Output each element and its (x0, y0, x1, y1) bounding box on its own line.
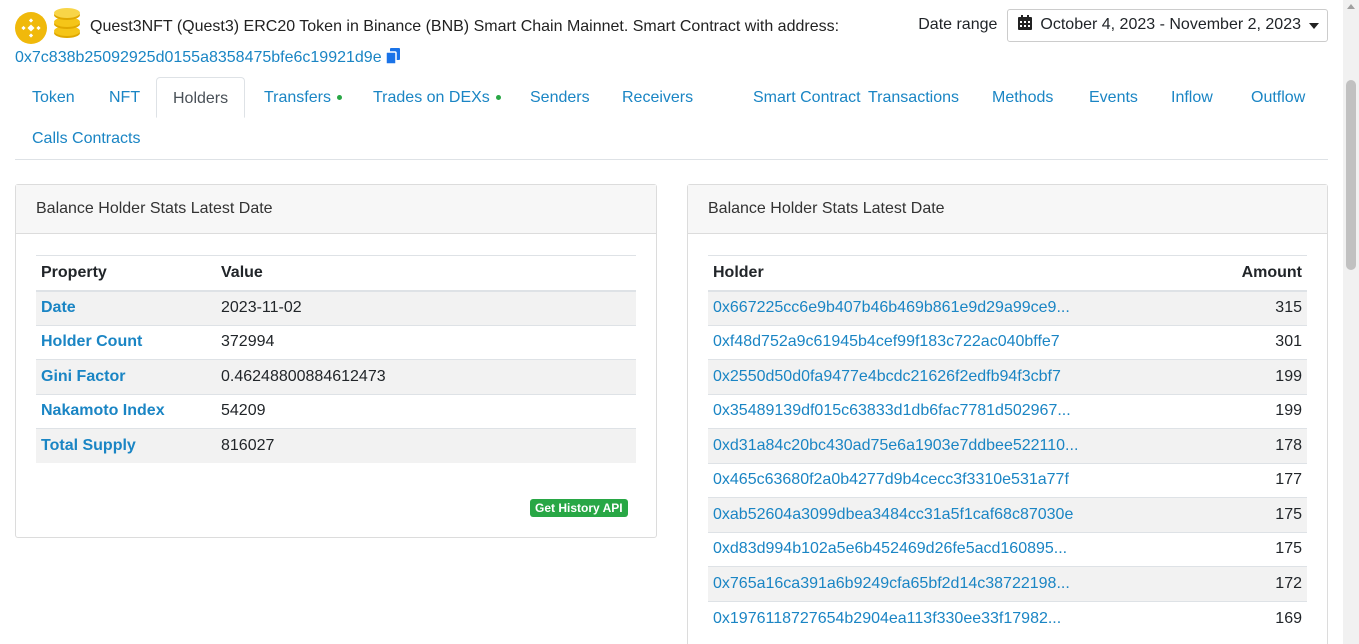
tab-senders[interactable]: Senders (530, 77, 590, 118)
property-value: 54209 (216, 393, 636, 429)
tab-holders[interactable]: Holders (156, 77, 246, 118)
tab-events[interactable]: Events (1089, 77, 1138, 118)
copy-icon[interactable] (384, 48, 400, 69)
table-row: Nakamoto Index 54209 (36, 393, 636, 429)
scroll-up-arrow-icon[interactable] (1347, 4, 1355, 9)
date-range-value: October 4, 2023 - November 2, 2023 (1040, 16, 1301, 33)
holder-address-link[interactable]: 0xd83d994b102a5e6b452469d26fe5acd160895.… (713, 540, 1067, 557)
holder-amount: 315 (1212, 290, 1307, 325)
holder-address-link[interactable]: 0x35489139df015c63833d1db6fac7781d502967… (713, 402, 1071, 419)
holder-amount: 199 (1212, 393, 1307, 429)
column-header-amount: Amount (1212, 255, 1307, 292)
tab-token[interactable]: Token (32, 77, 75, 118)
page-header: Quest3NFT (Quest3) ERC20 Token in Binanc… (15, 6, 1328, 68)
contract-address-line: 0x7c838b25092925d0155a8358475bfe6c19921d… (15, 48, 400, 69)
tab-trades-label: Trades on DEXs (373, 89, 490, 106)
table-row: 0xab52604a3099dbea3484cc31a5f1caf68c8703… (708, 497, 1307, 532)
date-range-label: Date range (918, 16, 998, 33)
status-dot-icon (336, 95, 342, 101)
column-header-property: Property (36, 255, 216, 292)
token-title: Quest3NFT (Quest3) ERC20 Token in Binanc… (90, 18, 840, 35)
holder-address-link[interactable]: 0xf48d752a9c61945b4cef99f183c722ac040bff… (713, 333, 1060, 350)
column-header-value: Value (216, 255, 636, 292)
holder-address-link[interactable]: 0x667225cc6e9b407b46b469b861e9d29a99ce9.… (713, 299, 1070, 316)
property-link[interactable]: Nakamoto Index (41, 402, 165, 419)
date-range: Date range October 4, 2023 - November 2,… (918, 6, 1328, 44)
card-title: Balance Holder Stats Latest Date (688, 185, 1327, 234)
table-row: Holder Count 372994 (36, 324, 636, 360)
table-row: Date 2023-11-02 (36, 290, 636, 325)
coins-logo-icon (51, 6, 83, 38)
page-scrollbar[interactable] (1343, 0, 1359, 644)
holder-stats-card: Balance Holder Stats Latest Date Propert… (15, 184, 657, 538)
table-row: 0x1976118727654b2904ea113f330ee33f17982.… (708, 600, 1307, 636)
top-holders-card: Balance Holder Stats Latest Date Holder … (687, 184, 1328, 644)
holder-address-link[interactable]: 0x765a16ca391a6b9249cfa65bf2d14c38722198… (713, 575, 1070, 592)
tab-smart-contract[interactable]: Smart Contract (753, 77, 861, 118)
tab-transfers[interactable]: Transfers (264, 77, 342, 118)
holder-amount: 178 (1212, 428, 1307, 463)
holder-address-link[interactable]: 0x465c63680f2a0b4277d9b4cecc3f3310e531a7… (713, 471, 1069, 488)
table-row: Total Supply 816027 (36, 428, 636, 463)
token-logos (15, 6, 85, 44)
table-row: 0x2550d50d0fa9477e4bcdc21626f2edfb94f3cb… (708, 359, 1307, 394)
tab-nft[interactable]: NFT (109, 77, 140, 118)
property-value: 372994 (216, 324, 636, 360)
stats-table: Property Value Date 2023-11-02 Holder Co… (36, 255, 636, 463)
get-history-api-button[interactable]: Get History API (530, 499, 628, 517)
tab-transfers-label: Transfers (264, 89, 331, 106)
holder-address-link[interactable]: 0x1976118727654b2904ea113f330ee33f17982.… (713, 610, 1061, 627)
property-link[interactable]: Gini Factor (41, 368, 125, 385)
holder-amount: 172 (1212, 566, 1307, 601)
tab-methods[interactable]: Methods (992, 77, 1053, 118)
table-row: 0xd83d994b102a5e6b452469d26fe5acd160895.… (708, 531, 1307, 567)
contract-address-link[interactable]: 0x7c838b25092925d0155a8358475bfe6c19921d… (15, 49, 382, 66)
tab-transactions[interactable]: Transactions (868, 77, 959, 118)
holders-table: Holder Amount 0x667225cc6e9b407b46b469b8… (708, 255, 1307, 636)
holder-amount: 199 (1212, 359, 1307, 394)
bnb-logo-icon (15, 12, 47, 44)
holder-amount: 175 (1212, 497, 1307, 532)
nav-tabs: Token NFT Holders Transfers Trades on DE… (15, 77, 1328, 160)
holder-amount: 169 (1212, 600, 1307, 636)
table-row: 0x765a16ca391a6b9249cfa65bf2d14c38722198… (708, 566, 1307, 601)
tab-inflow[interactable]: Inflow (1171, 77, 1213, 118)
caret-down-icon (1309, 16, 1319, 34)
status-dot-icon (495, 95, 501, 101)
property-value: 816027 (216, 428, 636, 463)
tab-calls-contracts[interactable]: Calls Contracts (32, 118, 140, 159)
table-row: Gini Factor 0.46248800884612473 (36, 359, 636, 394)
holder-amount: 177 (1212, 462, 1307, 498)
tab-trades-on-dexs[interactable]: Trades on DEXs (373, 77, 501, 118)
column-header-holder: Holder (708, 255, 1213, 292)
property-value: 0.46248800884612473 (216, 359, 636, 394)
card-title: Balance Holder Stats Latest Date (16, 185, 656, 234)
holder-address-link[interactable]: 0xab52604a3099dbea3484cc31a5f1caf68c8703… (713, 506, 1073, 523)
table-row: 0xd31a84c20bc430ad75e6a1903e7ddbee522110… (708, 428, 1307, 463)
property-link[interactable]: Holder Count (41, 333, 142, 350)
date-range-picker[interactable]: October 4, 2023 - November 2, 2023 (1007, 8, 1328, 42)
table-row: 0xf48d752a9c61945b4cef99f183c722ac040bff… (708, 324, 1307, 360)
holder-address-link[interactable]: 0xd31a84c20bc430ad75e6a1903e7ddbee522110… (713, 437, 1078, 454)
property-value: 2023-11-02 (216, 290, 636, 325)
property-link[interactable]: Date (41, 299, 76, 316)
tab-outflow[interactable]: Outflow (1251, 77, 1305, 118)
scrollbar-thumb[interactable] (1346, 80, 1356, 270)
holder-amount: 301 (1212, 324, 1307, 360)
property-link[interactable]: Total Supply (41, 437, 136, 454)
table-row: 0x465c63680f2a0b4277d9b4cecc3f3310e531a7… (708, 462, 1307, 498)
holder-amount: 175 (1212, 531, 1307, 567)
table-row: 0x667225cc6e9b407b46b469b861e9d29a99ce9.… (708, 290, 1307, 325)
tab-receivers[interactable]: Receivers (622, 77, 693, 118)
calendar-icon (1018, 15, 1033, 35)
holder-address-link[interactable]: 0x2550d50d0fa9477e4bcdc21626f2edfb94f3cb… (713, 368, 1061, 385)
table-row: 0x35489139df015c63833d1db6fac7781d502967… (708, 393, 1307, 429)
